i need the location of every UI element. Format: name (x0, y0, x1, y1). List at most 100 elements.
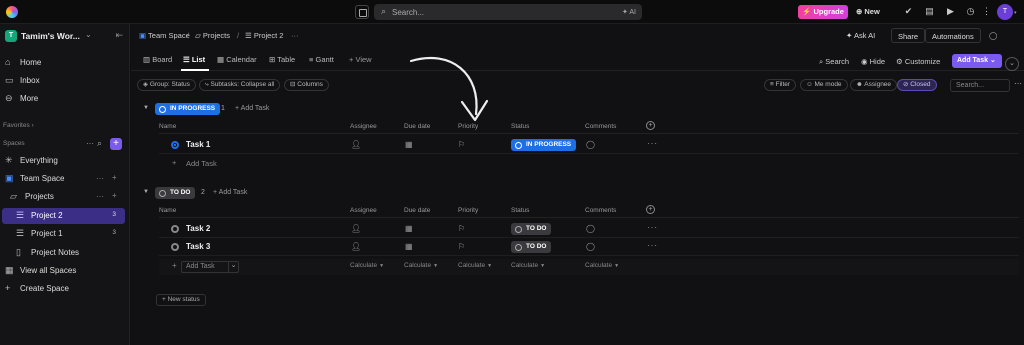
new-button[interactable]: ⊕ New (856, 5, 880, 19)
apps-icon[interactable]: ⋮ (982, 7, 991, 16)
plus-icon[interactable]: + (112, 191, 117, 200)
sidebar-item-team-space[interactable]: ▣ Team Space (5, 172, 125, 186)
breadcrumb-team-space[interactable]: ▣ Team Space (139, 31, 190, 40)
more-options-icon[interactable]: ··· (291, 31, 299, 40)
search-icon[interactable]: ⌕ (97, 138, 102, 149)
closed-chip[interactable]: ⊘ Closed (897, 79, 937, 91)
upgrade-button[interactable]: ⚡ Upgrade (798, 5, 848, 19)
more-options-icon[interactable]: ··· (647, 241, 658, 250)
more-options-icon[interactable]: ··· (86, 139, 94, 148)
chat-icon[interactable]: ◯ (989, 28, 997, 43)
subtasks-chip[interactable]: ⤷ Subtasks: Collapse all (199, 79, 281, 91)
breadcrumb-projects[interactable]: ▱ Projects (195, 31, 230, 40)
column-name[interactable]: Name (159, 123, 176, 130)
add-column-icon[interactable]: + (646, 205, 655, 214)
sidebar-toggle-icon[interactable] (355, 5, 369, 19)
more-options-icon[interactable]: ··· (647, 223, 658, 232)
sidebar-item-project-notes[interactable]: ▯ Project Notes (16, 246, 124, 260)
filter-chip[interactable]: ≡ Filter (764, 79, 797, 91)
filter-search-input[interactable]: Search... (950, 79, 1010, 92)
sidebar-item-inbox[interactable]: ▭ Inbox (5, 74, 125, 88)
plus-icon[interactable]: + (112, 173, 117, 182)
table-row[interactable]: Task 2 👤︎ ▦ ⚐ TO DO ◯ ··· (159, 220, 1019, 238)
status-badge[interactable]: TO DO (511, 223, 552, 235)
customize-button[interactable]: ⚙ Customize (896, 55, 940, 68)
status-toggle-icon[interactable] (171, 225, 179, 233)
tab-calendar[interactable]: ▦ Calendar (217, 55, 257, 69)
ask-ai-button[interactable]: ✦ Ask AI (846, 28, 875, 43)
table-row[interactable]: Task 1 👤︎ ▦ ⚐ IN PROGRESS ◯ ··· (159, 136, 1019, 154)
sidebar-item-view-all-spaces[interactable]: ▦ View all Spaces (5, 264, 125, 278)
sidebar-item-home[interactable]: ⌂ Home (5, 56, 125, 70)
add-column-icon[interactable]: + (646, 121, 655, 130)
column-assignee[interactable]: Assignee (350, 123, 377, 130)
sidebar-item-create-space[interactable]: + Create Space (5, 282, 125, 296)
group-by-chip[interactable]: ◈ Group: Status (137, 79, 196, 91)
comment-icon[interactable]: ◯ (586, 224, 595, 233)
add-task-input[interactable]: Add Task ⌄ (181, 261, 239, 273)
column-due-date[interactable]: Due date (404, 207, 430, 214)
group-add-task-button[interactable]: + Add Task (213, 189, 247, 196)
tab-list[interactable]: ☰ List (183, 55, 205, 69)
status-toggle-icon[interactable] (171, 243, 179, 251)
group-add-task-button[interactable]: + Add Task (235, 105, 269, 112)
collapse-toolbar-icon[interactable]: ⌄ (1005, 57, 1019, 71)
calculate-assignee[interactable]: Calculate ▼ (350, 262, 384, 269)
calculate-comments[interactable]: Calculate ▼ (585, 262, 619, 269)
user-menu-chevron-icon[interactable]: ▾ (1014, 10, 1019, 16)
task-name[interactable]: Task 3 (186, 242, 210, 251)
column-status[interactable]: Status (511, 123, 529, 130)
flag-icon[interactable]: ⚐ (458, 224, 465, 233)
calculate-priority[interactable]: Calculate ▼ (458, 262, 492, 269)
column-assignee[interactable]: Assignee (350, 207, 377, 214)
flag-icon[interactable]: ⚐ (458, 140, 465, 149)
clickup-logo-icon[interactable] (6, 6, 18, 18)
column-priority[interactable]: Priority (458, 123, 478, 130)
global-search[interactable]: ⌕ Search... ✦ AI (374, 4, 642, 20)
add-view-button[interactable]: + View (349, 55, 372, 69)
more-options-icon[interactable]: ··· (647, 139, 658, 148)
column-comments[interactable]: Comments (585, 123, 616, 130)
calculate-due-date[interactable]: Calculate ▼ (404, 262, 438, 269)
clock-icon[interactable]: ◷ (966, 7, 975, 16)
collapse-sidebar-icon[interactable]: ⇤ (115, 30, 123, 41)
user-avatar[interactable]: T (997, 4, 1013, 20)
comment-icon[interactable]: ◯ (586, 140, 595, 149)
task-name[interactable]: Task 1 (186, 140, 210, 149)
automations-button[interactable]: Automations (925, 28, 981, 43)
table-row[interactable]: Task 3 👤︎ ▦ ⚐ TO DO ◯ ··· (159, 238, 1019, 256)
hide-button[interactable]: ◉ Hide (861, 55, 885, 68)
tab-table[interactable]: ⊞ Table (269, 55, 295, 69)
column-due-date[interactable]: Due date (404, 123, 430, 130)
status-toggle-icon[interactable] (171, 141, 179, 149)
assignee-icon[interactable]: 👤︎ (351, 224, 361, 233)
chevron-down-icon[interactable]: ⌄ (228, 261, 238, 273)
column-name[interactable]: Name (159, 207, 176, 214)
column-status[interactable]: Status (511, 207, 529, 214)
assignee-chip[interactable]: ☻ Assignee (850, 79, 898, 91)
more-options-icon[interactable]: ··· (96, 174, 104, 183)
columns-chip[interactable]: ⊟ Columns (284, 79, 329, 91)
sidebar-item-project-2[interactable]: ☰ Project 2 3 (16, 209, 124, 223)
more-options-icon[interactable]: ⋯ (1014, 79, 1022, 88)
status-badge[interactable]: TO DO (511, 241, 552, 253)
share-button[interactable]: Share (891, 28, 926, 43)
add-space-button[interactable]: + (110, 138, 122, 150)
video-icon[interactable]: ▶ (946, 7, 955, 16)
comment-icon[interactable]: ◯ (586, 242, 595, 251)
sidebar-item-everything[interactable]: ✳ Everything (5, 154, 125, 168)
column-priority[interactable]: Priority (458, 207, 478, 214)
collapse-group-icon[interactable]: ▼ (143, 105, 149, 111)
calendar-icon[interactable]: ▦ (405, 242, 413, 251)
check-circle-icon[interactable]: ✔ (904, 7, 913, 16)
add-task-button[interactable]: Add Task ⌄ (952, 54, 1002, 68)
column-comments[interactable]: Comments (585, 207, 616, 214)
status-badge[interactable]: IN PROGRESS (511, 139, 577, 151)
status-badge[interactable]: TO DO (155, 187, 196, 199)
sidebar-item-project-1[interactable]: ☰ Project 1 3 (16, 227, 124, 241)
calendar-icon[interactable]: ▦ (405, 224, 413, 233)
breadcrumb-project-2[interactable]: ☰ Project 2 (245, 31, 283, 40)
workspace-switcher[interactable]: T Tamim's Wor... ⌄ ⇤ (5, 30, 123, 44)
assignee-icon[interactable]: 👤︎ (351, 140, 361, 149)
sidebar-item-more[interactable]: ⊖ More (5, 92, 125, 106)
